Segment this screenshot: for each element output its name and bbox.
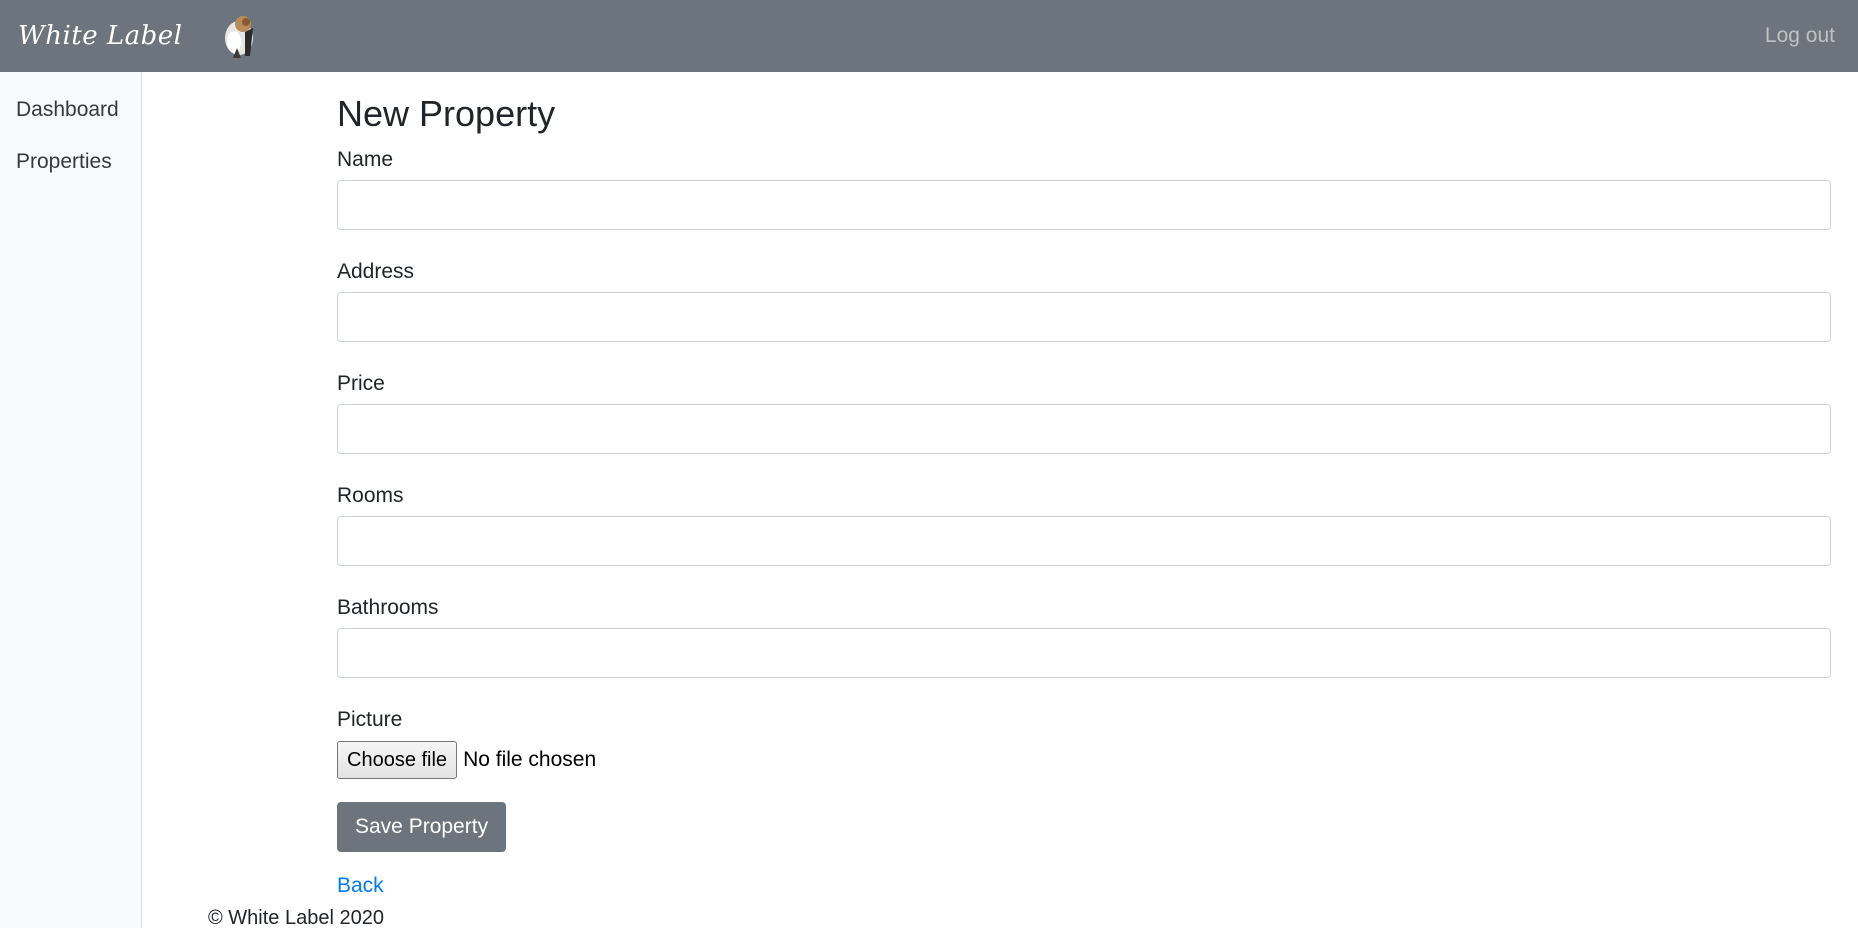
picture-file-picker: Choose file No file chosen [337, 740, 1831, 780]
page-title: New Property [337, 93, 556, 134]
top-navbar: White Label Log out [0, 0, 1858, 72]
address-input[interactable] [337, 292, 1831, 342]
sidebar-item-dashboard[interactable]: Dashboard [0, 84, 141, 136]
price-input[interactable] [337, 404, 1831, 454]
footer-copyright: © White Label 2020 [208, 907, 384, 929]
rooms-label: Rooms [337, 484, 404, 507]
choose-file-button[interactable]: Choose file [337, 741, 458, 779]
price-label: Price [337, 372, 385, 395]
bathrooms-label: Bathrooms [337, 596, 439, 619]
name-label: Name [337, 148, 394, 171]
sidebar: Dashboard Properties [0, 72, 142, 928]
save-property-button[interactable]: Save Property [337, 802, 507, 852]
bathrooms-input[interactable] [337, 628, 1831, 678]
picture-label: Picture [337, 708, 403, 731]
new-property-form: Name Address Price Rooms Bathrooms Pictu… [337, 144, 1831, 852]
rooms-input[interactable] [337, 516, 1831, 566]
main-content: New Property Name Address Price Rooms Ba… [337, 72, 1831, 898]
logout-link[interactable]: Log out [1765, 24, 1835, 48]
brand-logo[interactable]: White Label [18, 21, 183, 51]
name-input[interactable] [337, 180, 1831, 230]
back-link[interactable]: Back [337, 874, 384, 898]
mascot-logo-icon [224, 16, 253, 58]
address-label: Address [337, 260, 415, 283]
file-status-text: No file chosen [463, 748, 597, 771]
sidebar-item-properties[interactable]: Properties [0, 136, 141, 188]
